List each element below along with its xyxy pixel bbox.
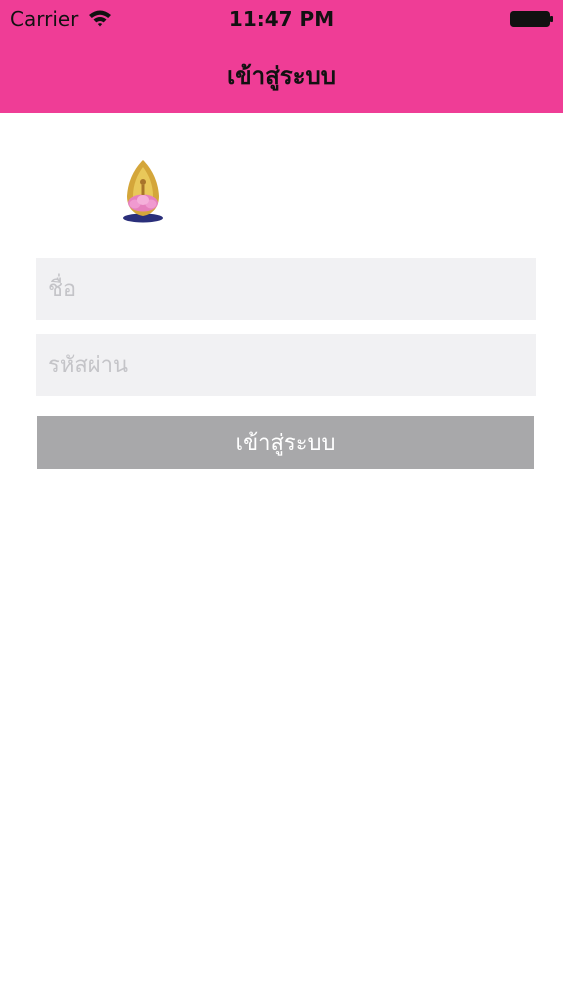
- battery-icon: [510, 11, 553, 27]
- status-bar: Carrier 11:47 PM: [0, 0, 563, 40]
- royal-emblem-logo: [123, 160, 163, 223]
- username-input[interactable]: [36, 258, 536, 320]
- header: Carrier 11:47 PM เข้าสู่ระบบ: [0, 0, 563, 113]
- status-time: 11:47 PM: [228, 7, 335, 31]
- page-title: เข้าสู่ระบบ: [227, 62, 336, 90]
- login-button[interactable]: เข้าสู่ระบบ: [37, 416, 534, 469]
- password-input[interactable]: [36, 334, 536, 396]
